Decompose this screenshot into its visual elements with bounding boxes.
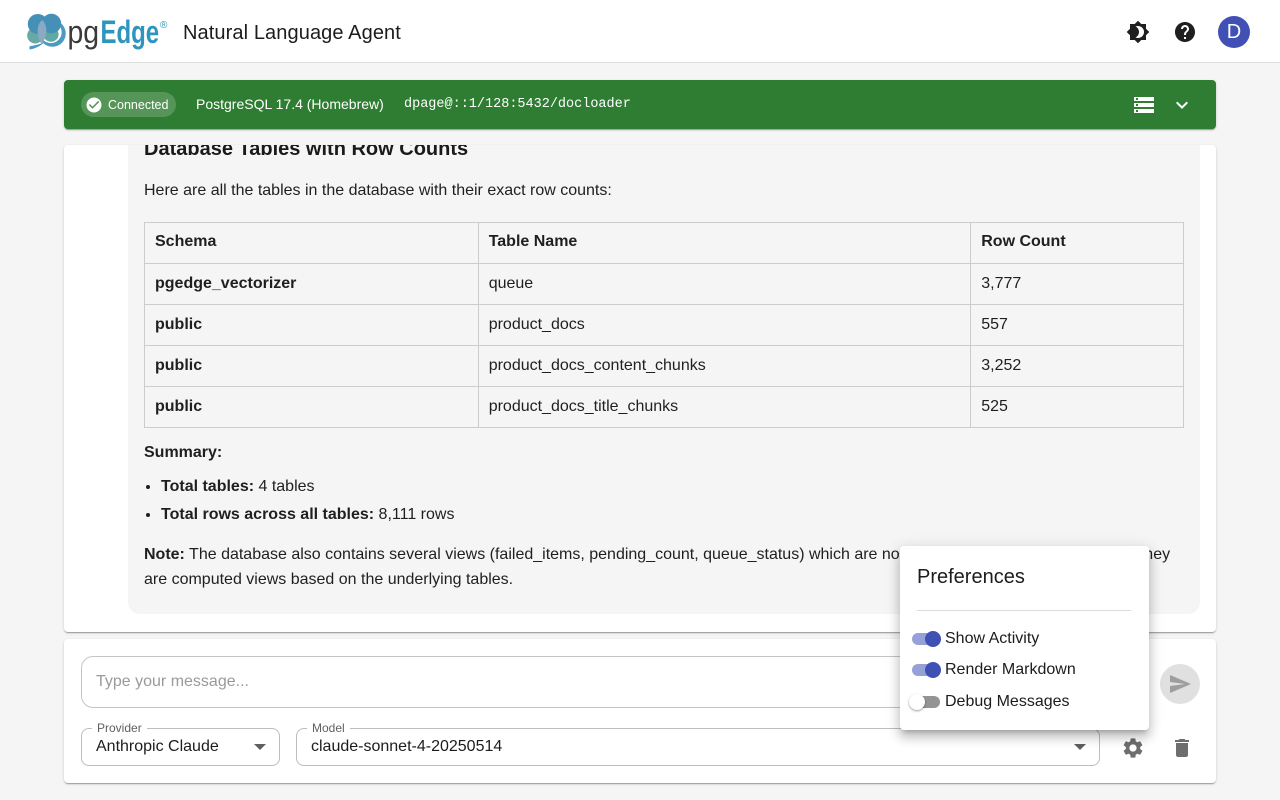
- svg-text:®: ®: [160, 20, 168, 31]
- svg-text:pg: pg: [68, 16, 100, 51]
- svg-text:Edge: Edge: [101, 14, 160, 50]
